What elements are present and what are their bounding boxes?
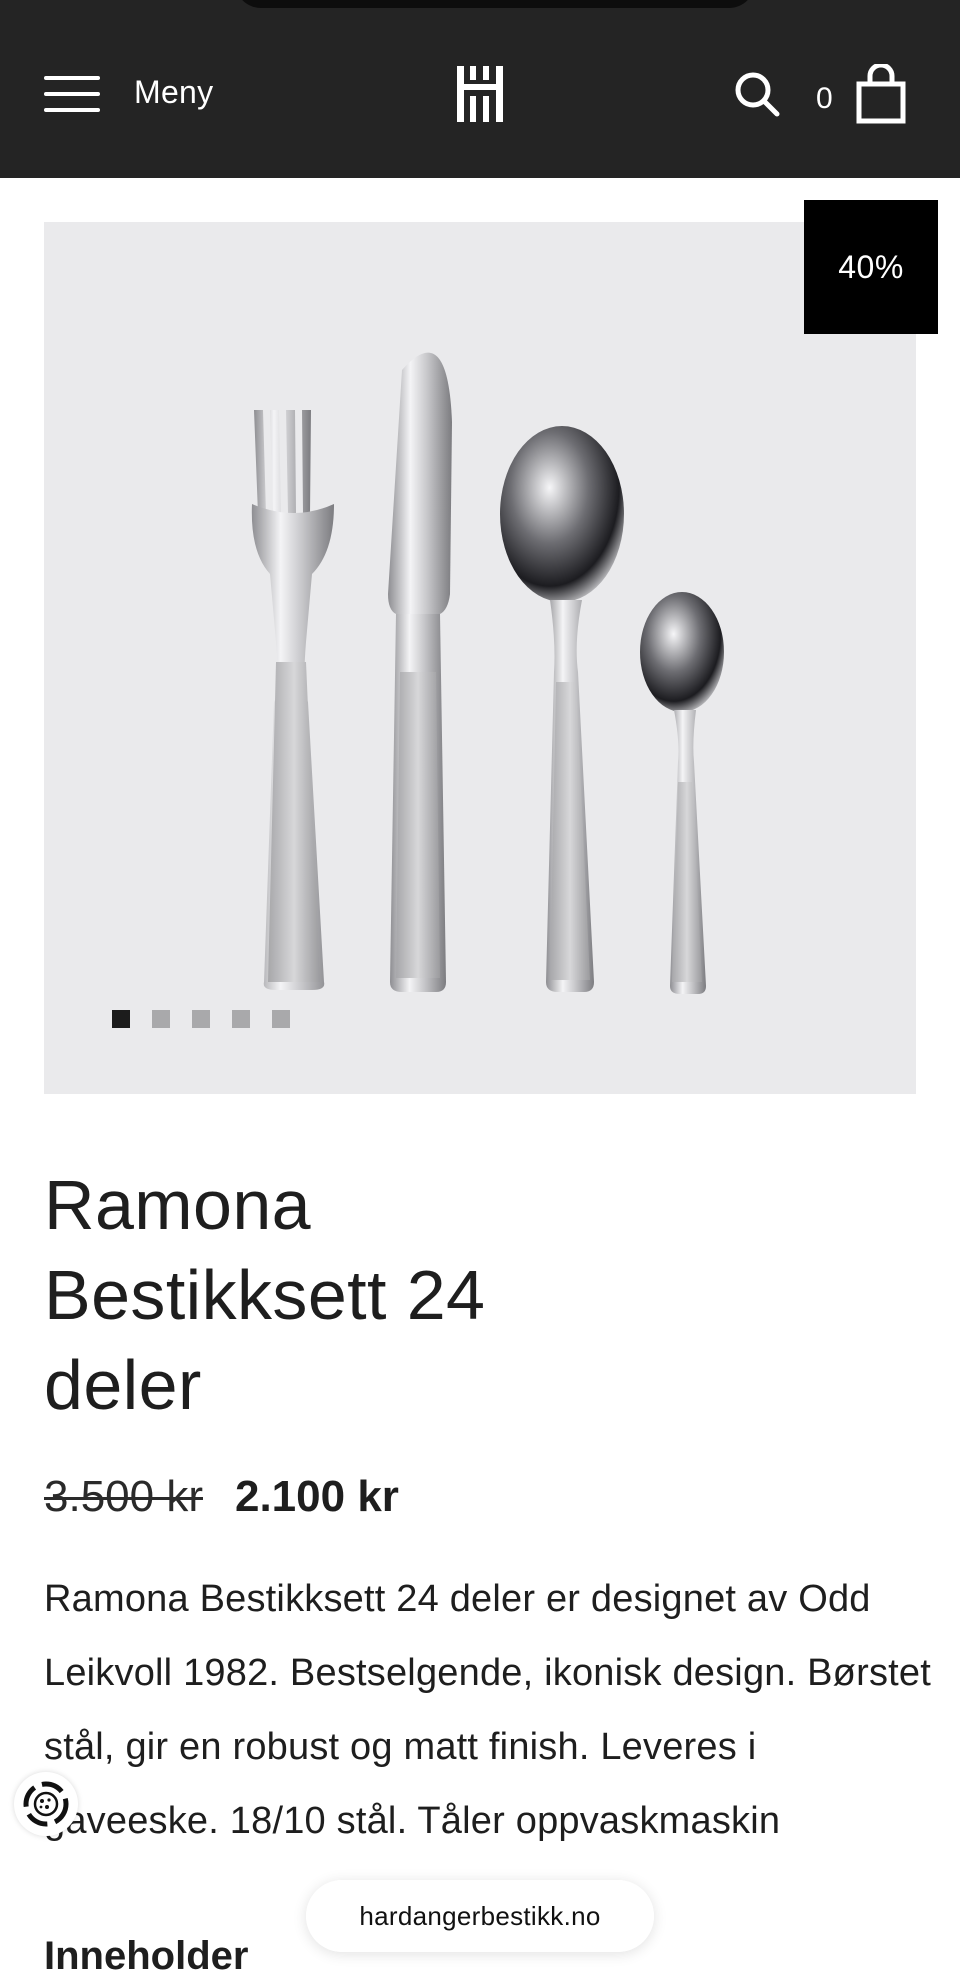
browser-url-bar[interactable]: hardangerbestikk.no	[306, 1880, 654, 1952]
search-icon[interactable]	[733, 70, 781, 118]
teaspoon-image	[640, 592, 724, 994]
knife-image	[388, 352, 452, 992]
shopping-bag-icon[interactable]	[856, 64, 906, 124]
product-description: Ramona Bestikksett 24 deler er designet …	[44, 1578, 931, 1842]
menu-button[interactable]: Meny	[44, 62, 213, 122]
discount-badge: 40%	[804, 200, 938, 334]
hamburger-icon	[44, 72, 100, 112]
hardanger-logo-icon[interactable]	[455, 66, 505, 122]
device-notch	[235, 0, 755, 8]
product-title-line-3: deler	[44, 1346, 202, 1424]
cutlery-set-image	[251, 352, 724, 994]
product-title-line-1: Ramona	[44, 1166, 311, 1244]
gallery-dot-1[interactable]	[112, 1010, 130, 1028]
site-header: Meny 0	[0, 0, 960, 178]
gallery-dot-3[interactable]	[192, 1010, 210, 1028]
cookie-settings-button[interactable]	[14, 1772, 78, 1836]
cart-count: 0	[816, 82, 833, 115]
tablespoon-image	[500, 426, 624, 992]
gallery-dot-4[interactable]	[232, 1010, 250, 1028]
fork-image	[251, 410, 334, 990]
gallery-dot-2[interactable]	[152, 1010, 170, 1028]
gallery-dot-5[interactable]	[272, 1010, 290, 1028]
menu-label: Meny	[134, 73, 214, 110]
price-block: 3.500 kr 2.100 kr	[44, 1472, 399, 1522]
sale-price: 2.100 kr	[234, 1472, 399, 1521]
old-price: 3.500 kr	[44, 1472, 203, 1521]
product-title-line-2: Bestikksett 24	[44, 1256, 486, 1334]
contents-heading: Inneholder	[44, 1934, 249, 1978]
cookie-icon	[23, 1781, 69, 1827]
product-image-gallery[interactable]	[44, 222, 916, 1094]
product-title: Ramona Bestikksett 24 deler	[44, 1160, 604, 1430]
gallery-pagination	[112, 1010, 290, 1028]
